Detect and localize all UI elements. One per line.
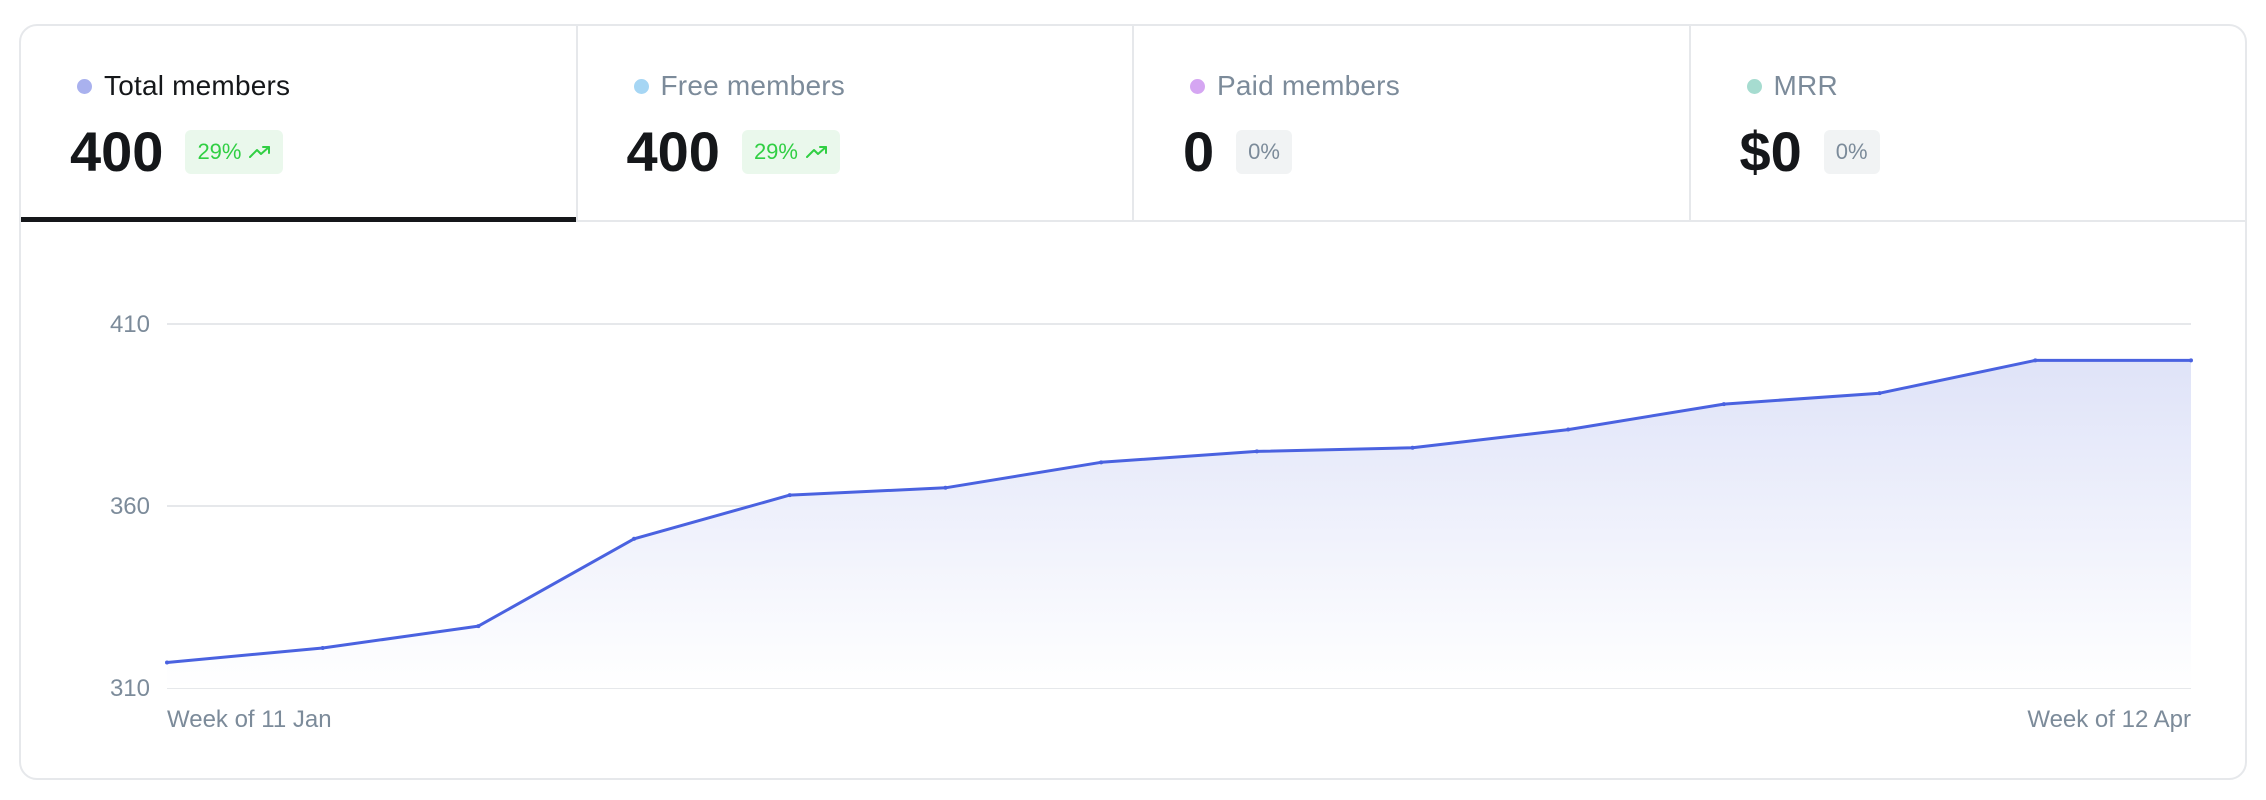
data-point xyxy=(1566,427,1571,432)
data-point xyxy=(1721,402,1726,407)
change-badge: 0% xyxy=(1236,130,1292,174)
change-badge: 29% xyxy=(185,130,284,174)
tab-value-row: 400 29% xyxy=(627,124,840,180)
data-point xyxy=(320,645,325,650)
members-chart: 410 360 310 Week of 11 Jan Week of 12 Apr xyxy=(21,224,2245,778)
tab-label-row: Paid members xyxy=(1190,70,1400,102)
tab-label: Paid members xyxy=(1217,70,1400,101)
metric-value: 400 xyxy=(70,120,164,183)
x-axis-label-start: Week of 11 Jan xyxy=(167,706,332,733)
data-point xyxy=(1099,460,1104,465)
data-point xyxy=(2033,358,2038,363)
series-dot-icon xyxy=(77,78,92,94)
trend-up-icon xyxy=(805,139,828,165)
members-overview-card: Total members 400 29% Free members 400 2… xyxy=(19,24,2247,780)
tab-value-row: 0 0% xyxy=(1183,124,1292,180)
tab-label: MRR xyxy=(1773,70,1838,101)
change-badge: 29% xyxy=(741,130,840,174)
metric-value: 400 xyxy=(626,120,720,183)
data-point xyxy=(165,660,169,665)
x-axis-label-end: Week of 12 Apr xyxy=(2027,706,2191,733)
y-axis-ticks: 410 360 310 xyxy=(110,311,150,702)
y-tick-label: 360 xyxy=(110,493,150,520)
change-badge: 0% xyxy=(1823,130,1880,174)
tab-mrr[interactable]: MRR $0 0% xyxy=(1691,26,2246,220)
tab-total-members[interactable]: Total members 400 29% xyxy=(21,26,578,222)
tab-value-row: $0 0% xyxy=(1740,124,1880,180)
tab-label-row: Total members xyxy=(77,70,290,102)
metric-tabs: Total members 400 29% Free members 400 2… xyxy=(21,26,2245,222)
change-percent: 29% xyxy=(753,139,798,164)
data-point xyxy=(2189,358,2193,363)
y-tick-label: 310 xyxy=(110,675,150,702)
metric-value: 0 xyxy=(1183,120,1215,183)
tab-paid-members[interactable]: Paid members 0 0% xyxy=(1134,26,1691,220)
data-point xyxy=(1410,445,1415,450)
series-dot-icon xyxy=(1746,78,1762,94)
data-point xyxy=(787,493,792,498)
tab-label: Free members xyxy=(660,70,845,101)
data-point xyxy=(476,624,481,629)
change-percent: 0% xyxy=(1248,139,1280,164)
data-point xyxy=(632,536,637,541)
change-percent: 29% xyxy=(197,139,242,164)
series-dot-icon xyxy=(633,78,649,94)
data-point xyxy=(1254,449,1259,454)
series-area xyxy=(167,360,2191,688)
trend-up-icon xyxy=(249,139,271,165)
tab-label-row: MRR xyxy=(1746,70,1838,102)
tab-label: Total members xyxy=(104,70,291,101)
data-point xyxy=(1877,391,1882,396)
series-dot-icon xyxy=(1190,78,1205,94)
tab-free-members[interactable]: Free members 400 29% xyxy=(578,26,1134,220)
y-tick-label: 410 xyxy=(110,311,150,338)
tab-value-row: 400 29% xyxy=(70,120,284,183)
change-percent: 0% xyxy=(1835,139,1868,164)
tab-label-row: Free members xyxy=(633,70,845,102)
metric-value: $0 xyxy=(1739,120,1802,183)
data-point xyxy=(943,485,948,490)
members-area-chart: 410 360 310 Week of 11 Jan Week of 12 Apr xyxy=(110,311,2193,733)
